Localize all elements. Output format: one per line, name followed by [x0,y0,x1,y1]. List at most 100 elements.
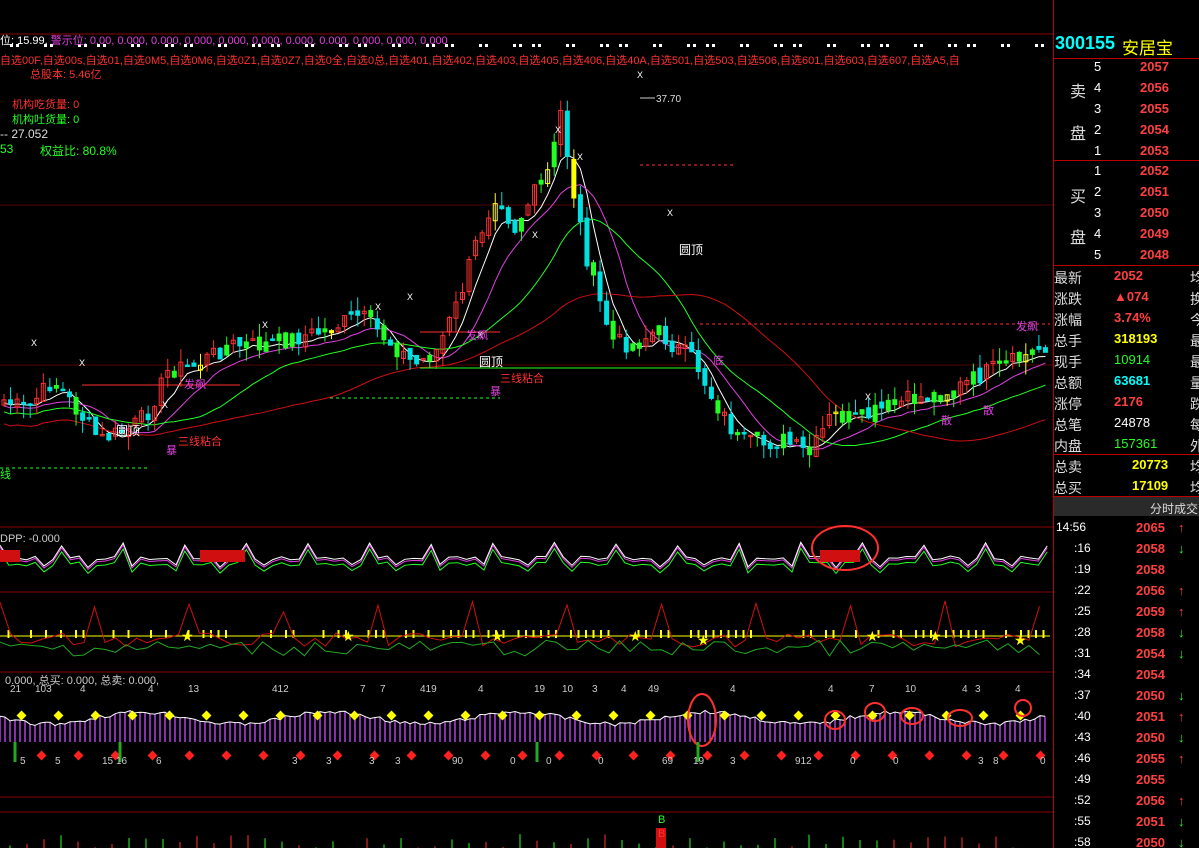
candle-body[interactable] [702,368,708,386]
candle-body[interactable] [145,413,151,421]
kline-chart-area[interactable]: ★ ★ ★ ★ ★ ★ ★ ★ XXXXXXXXXXXXX 位: 15.99, 警示位: 0.… [0,0,1053,848]
candle-body[interactable] [591,262,596,276]
candle-body[interactable] [27,403,33,406]
candle-body[interactable] [925,397,931,402]
candle-body[interactable] [767,442,773,450]
candle-body[interactable] [597,271,603,302]
candle-body[interactable] [859,409,865,415]
candle-body[interactable] [53,385,59,389]
chart-canvas[interactable]: ★ ★ ★ ★ ★ ★ ★ ★ XXXXXXXXXXXXX [0,0,1053,848]
candle-body[interactable] [394,342,400,358]
candle-body[interactable] [1016,351,1022,362]
candle-body[interactable] [584,217,590,267]
candle-body[interactable] [630,343,636,351]
candle-body[interactable] [636,342,642,349]
candle-body[interactable] [67,391,72,398]
candle-body[interactable] [21,401,27,405]
candle-body[interactable] [787,431,793,445]
ticks-header[interactable]: 分时成交 [1054,496,1199,516]
candle-body[interactable] [1003,360,1009,364]
candle-body[interactable] [807,446,813,456]
candle-body[interactable] [381,325,387,341]
candle-body[interactable] [256,336,262,351]
candle-body[interactable] [715,400,721,414]
candle-body[interactable] [60,388,66,392]
candle-body[interactable] [866,407,872,419]
candle-body[interactable] [243,341,249,349]
candle-body[interactable] [427,354,433,362]
candle-body[interactable] [689,341,695,353]
candle-body[interactable] [237,337,243,347]
candle-body[interactable] [800,436,806,448]
candle-body[interactable] [735,432,741,436]
candle-body[interactable] [387,339,393,346]
candle-body[interactable] [846,411,852,423]
candle-body[interactable] [1042,347,1048,353]
candle-body[interactable] [368,310,374,317]
candle-body[interactable] [512,220,518,233]
candle-body[interactable] [604,300,610,325]
candle-body[interactable] [741,431,747,435]
candle-body[interactable] [283,332,289,349]
candle-body[interactable] [329,330,334,334]
candle-body[interactable] [663,325,669,345]
candle-body[interactable] [217,347,223,360]
candle-body[interactable] [355,310,361,316]
candle-body[interactable] [171,370,177,378]
candle-body[interactable] [348,311,354,315]
candle-body[interactable] [1036,345,1042,350]
candle-body[interactable] [774,446,780,449]
candle-body[interactable] [499,205,505,210]
candle-body[interactable] [270,338,276,341]
candle-body[interactable] [564,110,570,157]
candle-body[interactable] [263,341,269,352]
candle-body[interactable] [571,158,577,199]
candle-body[interactable] [780,433,786,449]
candle-body[interactable] [938,395,944,402]
candle-body[interactable] [538,179,544,185]
candle-body[interactable] [191,362,197,367]
candle-body[interactable] [8,399,14,405]
candle-body[interactable] [47,386,53,392]
candle-body[interactable] [551,141,557,168]
candle-body[interactable] [374,318,380,330]
candle-body[interactable] [73,397,79,415]
candle-body[interactable] [577,194,583,223]
candle-body[interactable] [951,390,957,399]
candle-body[interactable] [224,344,230,356]
candle-body[interactable] [610,320,616,340]
candle-body[interactable] [839,410,845,423]
candle-body[interactable] [669,340,675,353]
candle-body[interactable] [322,328,328,333]
candle-body[interactable] [761,434,767,446]
candle-body[interactable] [892,399,898,406]
candle-body[interactable] [86,417,92,420]
candle-body[interactable] [911,393,917,405]
candle-body[interactable] [708,386,714,399]
candle-body[interactable] [289,333,295,347]
candle-body[interactable] [885,399,891,411]
candle-body[interactable] [184,364,190,368]
candle-body[interactable] [315,328,321,335]
candle-body[interactable] [407,347,413,360]
candle-body[interactable] [623,336,629,353]
candle-body[interactable] [931,391,937,403]
candle-body[interactable] [997,360,1003,364]
candle-body[interactable] [93,416,99,435]
candle-body[interactable] [754,431,760,437]
candle-body[interactable] [276,333,282,342]
candle-body[interactable] [728,413,734,435]
candle-body[interactable] [656,325,662,336]
candle-body[interactable] [853,412,858,415]
candle-body[interactable] [106,433,112,441]
candle-body[interactable] [1029,349,1035,355]
candle-body[interactable] [872,404,878,423]
candle-body[interactable] [970,371,976,385]
candle-body[interactable] [296,332,302,345]
candle-body[interactable] [879,401,885,409]
candle-body[interactable] [977,367,983,384]
candle-body[interactable] [505,207,511,224]
candle-body[interactable] [414,354,420,365]
candle-body[interactable] [80,412,86,421]
candle-body[interactable] [518,218,524,232]
